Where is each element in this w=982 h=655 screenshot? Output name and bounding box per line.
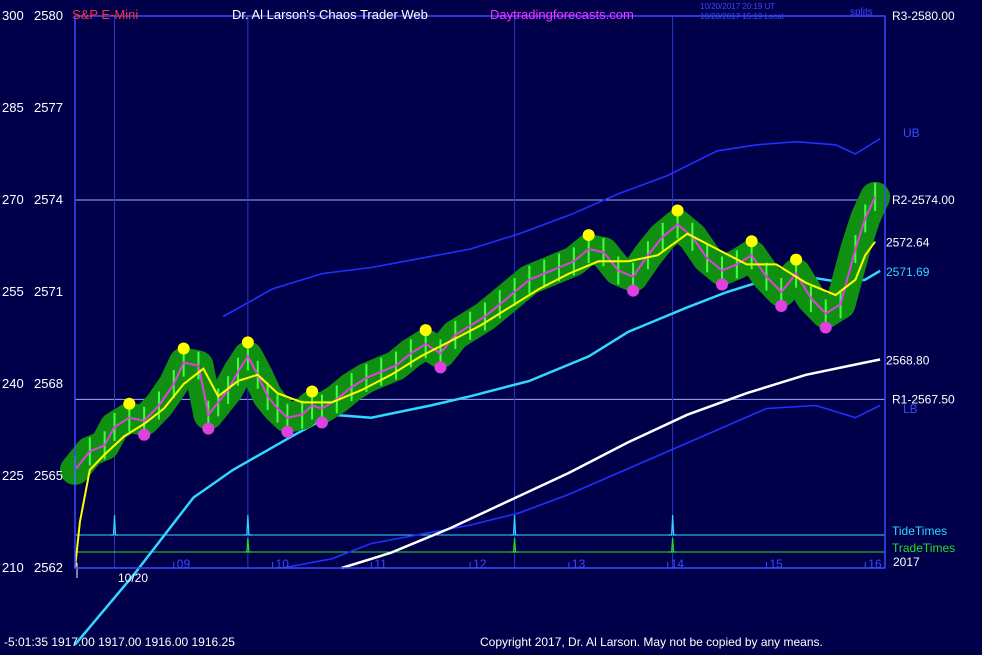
lower-band-label: LB xyxy=(903,402,918,416)
timestamp-ut: 10/20/2017 20:19 UT xyxy=(700,2,775,11)
copyright-notice: Copyright 2017, Dr. Al Larson. May not b… xyxy=(480,635,823,649)
swing-low-marker xyxy=(281,425,294,438)
swing-low-marker xyxy=(434,361,447,374)
swing-high-marker xyxy=(745,235,758,248)
swing-high-marker xyxy=(123,397,136,410)
y-tick-osc-label: 210 xyxy=(2,560,24,575)
y-tick-osc-label: 300 xyxy=(2,8,24,23)
y-tick-price-label: 2571 xyxy=(34,284,63,299)
year-label: 2017 xyxy=(893,555,920,569)
y-tick-osc-label: 285 xyxy=(2,100,24,115)
y-tick-price-label: 2574 xyxy=(34,192,63,207)
y-tick-osc-label: 270 xyxy=(2,192,24,207)
swing-high-marker xyxy=(790,253,803,266)
symbol-label: S&P E-Mini xyxy=(72,7,138,22)
y-tick-osc-label: 240 xyxy=(2,376,24,391)
level-label: R2-2574.00 xyxy=(892,193,955,207)
swing-low-marker xyxy=(315,416,328,429)
level-label: R3-2580.00 xyxy=(892,9,955,23)
swing-low-marker xyxy=(819,321,832,334)
end-value-label: 2571.69 xyxy=(886,265,930,279)
price-chart: 300 2580 285 2577 270 2574 255 2571 240 2568 225 25… xyxy=(0,0,982,650)
y-tick-price-label: 2580 xyxy=(34,8,63,23)
y-tick-price-label: 2562 xyxy=(34,560,63,575)
swing-low-marker xyxy=(202,422,215,435)
x-tick-label: 10 xyxy=(276,557,290,571)
swing-low-marker xyxy=(716,278,729,291)
end-value-label: 2568.80 xyxy=(886,353,930,367)
x-tick-label: 15 xyxy=(769,557,783,571)
y-tick-osc-label: 255 xyxy=(2,284,24,299)
y-tick-price-label: 2577 xyxy=(34,100,63,115)
swing-high-marker xyxy=(241,336,254,349)
swing-high-marker xyxy=(582,229,595,242)
chart-window: 300 2580 285 2577 270 2574 255 2571 240 2568 225 25… xyxy=(0,0,982,650)
date-label: 10/20 xyxy=(118,571,148,585)
x-tick-label: 13 xyxy=(572,557,586,571)
x-tick-label: 09 xyxy=(177,557,191,571)
swing-high-marker xyxy=(306,385,319,398)
x-tick-label: 14 xyxy=(671,557,685,571)
timestamp-local: 10/20/2017 15:19 Local xyxy=(700,12,784,21)
swing-low-marker xyxy=(627,284,640,297)
swing-low-marker xyxy=(138,428,151,441)
swing-high-marker xyxy=(671,204,684,217)
x-tick-label: 12 xyxy=(473,557,487,571)
y-tick-osc-label: 225 xyxy=(2,468,24,483)
chart-title: Dr. Al Larson's Chaos Trader Web xyxy=(232,7,428,22)
x-tick-label: 16 xyxy=(868,557,882,571)
site-link[interactable]: Daytradingforecasts.com xyxy=(490,7,634,22)
swing-high-marker xyxy=(419,324,432,337)
tide-times-label: TideTimes xyxy=(892,524,947,538)
trade-times-label: TradeTimes xyxy=(892,541,955,555)
swing-high-marker xyxy=(177,342,190,355)
y-tick-price-label: 2568 xyxy=(34,376,63,391)
end-value-label: 2572.64 xyxy=(886,236,930,250)
footer-readout: -5:01:35 1917.00 1917.00 1916.00 1916.25 xyxy=(4,635,235,649)
swing-low-marker xyxy=(775,300,788,312)
x-tick-label: 11 xyxy=(374,557,387,571)
level-label: R1-2567.50 xyxy=(892,392,955,406)
upper-band-label: UB xyxy=(903,126,920,140)
corner-label: splits xyxy=(850,7,873,18)
y-tick-price-label: 2565 xyxy=(34,468,63,483)
